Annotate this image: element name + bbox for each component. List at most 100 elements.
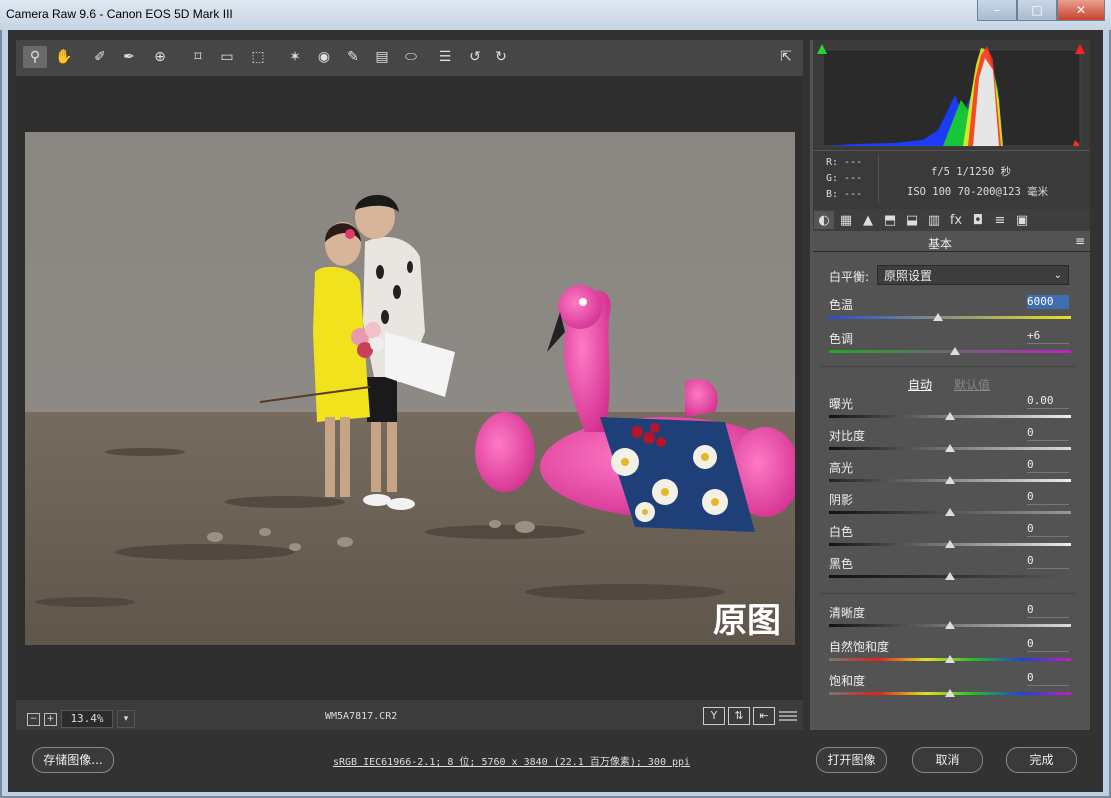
histogram [813,40,1090,150]
histogram-graph [822,46,1081,147]
graduated-filter-icon[interactable]: ▤ [370,46,394,68]
swap-settings-button[interactable]: ⇅ [728,707,750,725]
blacks-value-field[interactable]: 0 [1027,554,1069,569]
close-button[interactable]: ✕ [1057,0,1105,21]
red-eye-icon[interactable]: ◉ [312,46,336,68]
zoom-out-button[interactable]: − [27,712,40,726]
crop-icon[interactable]: ⌑ [186,46,210,68]
effects-tab-icon[interactable]: fx [946,211,966,229]
detail-tab-icon[interactable]: ▲ [858,211,878,229]
camera-calibration-tab-icon[interactable]: ◘ [968,211,988,229]
maximize-button[interactable]: □ [1017,0,1057,21]
clarity-value-field[interactable]: 0 [1027,603,1069,618]
whites-label: 白色 [829,525,854,539]
rgb-green-readout: G: --- [826,173,863,184]
temp-label: 色温 [829,298,854,312]
image-preview[interactable]: 原图 [25,132,795,645]
highlights-value-field[interactable]: 0 [1027,458,1069,473]
whites-slider-thumb[interactable] [945,540,955,548]
spot-removal-icon[interactable]: ✶ [283,46,307,68]
open-image-button[interactable]: 打开图像 [816,747,887,773]
fullscreen-icon[interactable]: ⇱ [774,46,798,68]
shadows-slider-thumb[interactable] [945,508,955,516]
vibrance-slider-thumb[interactable] [945,655,955,663]
exposure-slider-thumb[interactable] [945,412,955,420]
transform-icon[interactable]: ⬚ [246,46,270,68]
split-toning-tab-icon[interactable]: ⬓ [902,211,922,229]
auto-link[interactable]: 自动 [908,376,932,393]
hand-icon[interactable]: ✋ [52,46,76,68]
shadow-clipping-warning-icon[interactable] [817,43,827,54]
contrast-label: 对比度 [829,429,866,443]
zoom-in-button[interactable]: + [44,712,57,726]
done-button[interactable]: 完成 [1006,747,1077,773]
chevron-down-icon: ⌄ [1053,270,1062,281]
contrast-slider-thumb[interactable] [945,444,955,452]
presets-tab-icon[interactable]: ≡ [990,211,1010,229]
target-adjustment-icon[interactable]: ⊕ [148,46,172,68]
saturation-value-field[interactable]: 0 [1027,671,1069,686]
zoom-level[interactable]: 13.4% [61,710,113,728]
save-image-button[interactable]: 存储图像... [32,747,114,773]
temp-slider-track[interactable] [829,316,1071,319]
filename-label: WM5A7817.CR2 [325,711,398,722]
shadows-label: 阴影 [829,493,854,507]
before-after-mode-button[interactable]: Y [703,707,725,725]
straighten-icon[interactable]: ▭ [215,46,239,68]
blacks-slider-thumb[interactable] [945,572,955,580]
clarity-label: 清晰度 [829,606,866,620]
vibrance-label: 自然饱和度 [829,640,890,654]
rotate-left-icon[interactable]: ↺ [463,46,487,68]
highlights-label: 高光 [829,461,854,475]
highlight-clipping-warning-icon[interactable] [1075,43,1085,54]
basic-tab-icon[interactable]: ◐ [814,211,834,229]
window-controls: – □ ✕ [977,0,1105,21]
section-divider [820,366,1076,367]
contrast-value-field[interactable]: 0 [1027,426,1069,441]
saturation-slider-thumb[interactable] [945,689,955,697]
adjustment-brush-icon[interactable]: ✎ [341,46,365,68]
temp-value-field[interactable]: 6000 [1027,295,1069,309]
panel-menu-icon[interactable]: ≡ [1075,234,1085,248]
tint-label: 色调 [829,332,854,346]
tint-value-field[interactable]: +6 [1027,329,1069,344]
default-link[interactable]: 默认值 [954,376,990,393]
white-balance-label: 白平衡: [829,270,870,284]
rgb-blue-readout: B: --- [826,189,863,200]
minimize-button[interactable]: – [977,0,1017,21]
panel-title: 基本 [928,237,953,251]
exif-iso-lens: ISO 100 70-200@123 毫米 [907,186,1049,198]
zoom-dropdown[interactable]: ▾ [117,710,135,728]
rgb-red-readout: R: --- [826,157,863,168]
saturation-label: 饱和度 [829,674,866,688]
clarity-slider-thumb[interactable] [945,621,955,629]
highlights-slider-thumb[interactable] [945,476,955,484]
cancel-button[interactable]: 取消 [912,747,983,773]
exposure-value-field[interactable]: 0.00 [1027,394,1069,409]
exposure-label: 曝光 [829,397,854,411]
tint-slider-thumb[interactable] [950,347,960,355]
preview-overlay-text: 原图 [713,601,781,641]
whites-value-field[interactable]: 0 [1027,522,1069,537]
white-balance-select[interactable]: 原照设置 ⌄ [877,265,1069,285]
lens-corrections-tab-icon[interactable]: ▥ [924,211,944,229]
zoom-icon[interactable]: ⚲ [23,46,47,68]
vibrance-value-field[interactable]: 0 [1027,637,1069,652]
view-mode-buttons: Y ⇅ ⇤ [703,707,775,725]
settings-toggle-icon[interactable] [778,709,798,723]
color-sampler-icon[interactable]: ✒ [117,46,141,68]
temp-slider-thumb[interactable] [933,313,943,321]
hsl-tab-icon[interactable]: ⬒ [880,211,900,229]
window-title: Camera Raw 9.6 - Canon EOS 5D Mark III [6,7,233,21]
tone-curve-tab-icon[interactable]: ▦ [836,211,856,229]
rotate-right-icon[interactable]: ↻ [489,46,513,68]
exif-divider [878,155,879,203]
blacks-label: 黑色 [829,557,854,571]
radial-filter-icon[interactable]: ⬭ [399,46,423,68]
white-balance-icon[interactable]: ✐ [88,46,112,68]
workflow-options-link[interactable]: sRGB IEC61966-2.1; 8 位; 5760 x 3840 (22.… [333,753,690,768]
preferences-icon[interactable]: ☰ [433,46,457,68]
shadows-value-field[interactable]: 0 [1027,490,1069,505]
snapshots-tab-icon[interactable]: ▣ [1012,211,1032,229]
copy-settings-button[interactable]: ⇤ [753,707,775,725]
